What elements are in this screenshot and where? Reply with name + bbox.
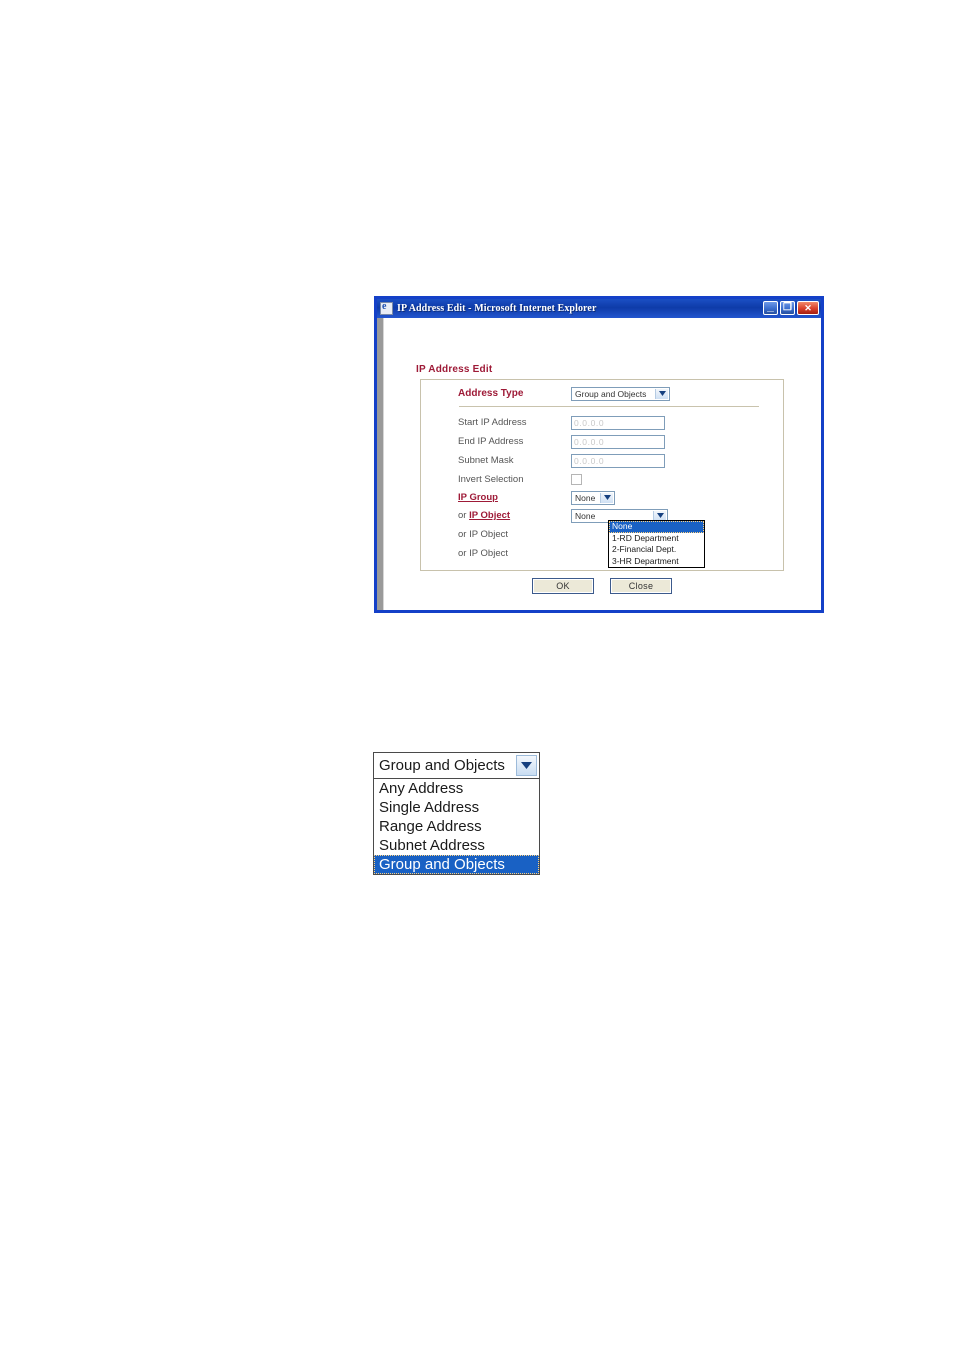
- ip-object-option[interactable]: None: [609, 521, 704, 533]
- page-title: IP Address Edit: [416, 364, 493, 375]
- row-invert-selection: Invert Selection: [421, 470, 783, 489]
- ip-object-options-list[interactable]: None 1-RD Department 2-Financial Dept. 3…: [608, 520, 705, 568]
- start-ip-label: Start IP Address: [458, 417, 527, 428]
- row-ip-group: IP Group None: [421, 488, 783, 507]
- subnet-mask-label: Subnet Mask: [458, 455, 514, 466]
- address-type-option[interactable]: Single Address: [374, 798, 539, 817]
- ip-object-link[interactable]: IP Object: [469, 510, 510, 521]
- page-content: IP Address Edit Address Type Group and O…: [384, 318, 821, 610]
- ip-object-option[interactable]: 3-HR Department: [609, 556, 704, 568]
- form-divider: [459, 406, 759, 407]
- address-type-combo-value: Group and Objects: [379, 757, 505, 774]
- ip-address-edit-window: IP Address Edit - Microsoft Internet Exp…: [374, 296, 824, 613]
- row-start-ip: Start IP Address 0.0.0.0: [421, 413, 783, 432]
- row-ip-object-3: or IP Object: [421, 544, 783, 563]
- ip-group-select[interactable]: None: [571, 490, 615, 505]
- start-ip-input[interactable]: 0.0.0.0: [571, 415, 665, 430]
- invert-selection-checkbox[interactable]: [571, 474, 582, 485]
- ip-group-label: IP Group: [421, 492, 571, 503]
- minimize-button[interactable]: _: [763, 299, 778, 315]
- address-type-option[interactable]: Any Address: [374, 779, 539, 798]
- chevron-down-icon: [653, 510, 666, 521]
- address-type-options-list[interactable]: Any Address Single Address Range Address…: [373, 779, 540, 875]
- ip-object-option[interactable]: 2-Financial Dept.: [609, 544, 704, 556]
- window-title: IP Address Edit - Microsoft Internet Exp…: [397, 303, 597, 314]
- address-type-select[interactable]: Group and Objects: [571, 386, 670, 401]
- chevron-down-icon: [516, 755, 537, 776]
- ip-object-option[interactable]: 1-RD Department: [609, 533, 704, 545]
- close-button-form[interactable]: Close: [610, 578, 672, 594]
- row-subnet-mask: Subnet Mask 0.0.0.0: [421, 451, 783, 470]
- minimize-icon: _: [767, 299, 774, 313]
- ip-object-value: None: [575, 510, 596, 521]
- address-type-option[interactable]: Group and Objects: [374, 855, 539, 874]
- chevron-down-icon: [655, 388, 668, 399]
- invert-selection-label: Invert Selection: [458, 474, 524, 485]
- end-ip-label: End IP Address: [458, 436, 524, 447]
- ip-address-form: Address Type Group and Objects Start IP …: [420, 379, 784, 571]
- maximize-icon: ❐: [783, 302, 792, 313]
- chevron-down-icon: [600, 492, 613, 503]
- row-ip-object-2: or IP Object: [421, 525, 783, 544]
- window-titlebar[interactable]: IP Address Edit - Microsoft Internet Exp…: [377, 299, 821, 318]
- close-icon: ✕: [804, 303, 812, 313]
- ip-object-prefix: or: [458, 510, 470, 521]
- row-end-ip: End IP Address 0.0.0.0: [421, 432, 783, 451]
- close-button[interactable]: ✕: [797, 301, 819, 315]
- address-type-label: Address Type: [458, 388, 524, 399]
- end-ip-input[interactable]: 0.0.0.0: [571, 434, 665, 449]
- ip-object-2-label: or IP Object: [458, 529, 508, 540]
- subnet-mask-input[interactable]: 0.0.0.0: [571, 453, 665, 468]
- ip-group-value: None: [575, 492, 596, 503]
- row-address-type: Address Type Group and Objects: [421, 384, 783, 403]
- address-type-option[interactable]: Range Address: [374, 817, 539, 836]
- ip-object-label: or IP Object: [421, 510, 571, 521]
- dialog-button-row: OK Close: [384, 578, 820, 594]
- address-type-value: Group and Objects: [575, 388, 647, 399]
- row-ip-object: or IP Object None: [421, 506, 783, 525]
- ip-object-3-label: or IP Object: [458, 548, 508, 559]
- address-type-combo[interactable]: Group and Objects: [373, 752, 540, 779]
- left-edge-strip: [377, 318, 384, 610]
- maximize-button[interactable]: ❐: [780, 301, 795, 315]
- ie-document-icon: [380, 301, 393, 315]
- address-type-dropdown-figure: Group and Objects Any Address Single Add…: [373, 752, 540, 875]
- ok-button[interactable]: OK: [532, 578, 594, 594]
- address-type-option[interactable]: Subnet Address: [374, 836, 539, 855]
- window-controls: _ ❐ ✕: [763, 299, 819, 315]
- ip-group-link[interactable]: IP Group: [458, 492, 498, 503]
- window-body: IP Address Edit Address Type Group and O…: [377, 318, 821, 610]
